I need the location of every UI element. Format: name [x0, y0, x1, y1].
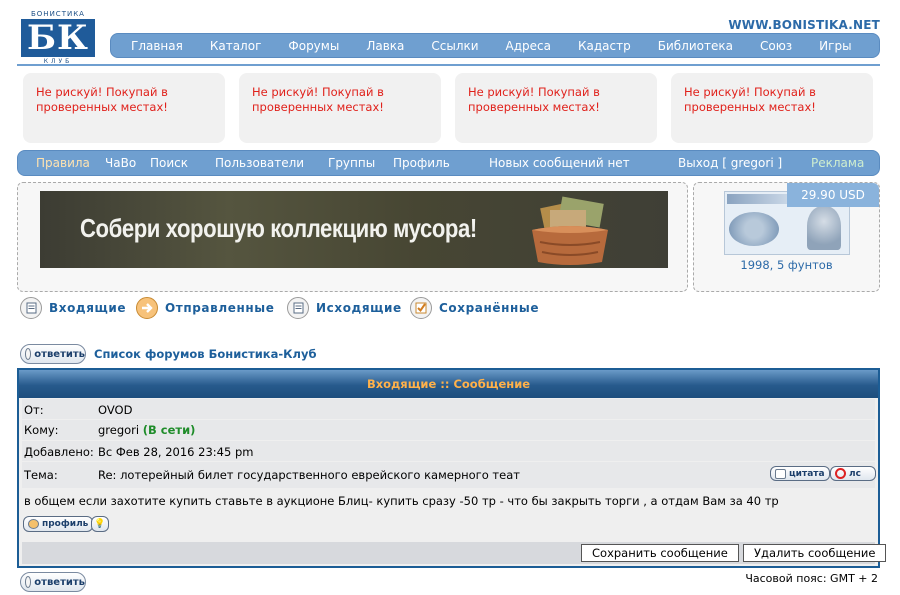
quote-label: цитата [789, 468, 825, 479]
nav-item-addresses[interactable]: Адреса [506, 39, 551, 53]
site-logo[interactable]: БОНИСТИКА БК КЛУБ [19, 10, 97, 66]
nav-item-catalog[interactable]: Каталог [210, 39, 262, 53]
nav-groups[interactable]: Группы [328, 156, 375, 170]
message-title: Входящие :: Сообщение [19, 370, 878, 398]
lightbulb-icon: 💡 [94, 519, 106, 529]
reply-button-bottom[interactable]: ответить [20, 572, 86, 592]
nav-users[interactable]: Пользователи [215, 156, 304, 170]
nav-item-union[interactable]: Союз [760, 39, 792, 53]
banner-ad[interactable]: Собери хорошую коллекцию мусора! [40, 191, 668, 268]
outbox-icon [287, 297, 309, 319]
nav-item-home[interactable]: Главная [131, 39, 183, 53]
private-message-button[interactable]: лс [830, 466, 876, 481]
pm-label: лс [849, 468, 861, 479]
arrow-right-icon [136, 297, 158, 319]
date-row: Добавлено: Вс Фев 28, 2016 23:45 pm [22, 441, 875, 461]
price-badge: 29.90 USD [787, 183, 879, 207]
subject-label: Тема: [24, 468, 58, 482]
main-nav: Главная Каталог Форумы Лавка Ссылки Адре… [110, 33, 880, 58]
nav-faq[interactable]: ЧаВо [105, 156, 136, 170]
nav-search[interactable]: Поиск [150, 156, 188, 170]
message-panel: Входящие :: Сообщение От: OVOD Кому: gre… [17, 368, 887, 568]
header-divider [17, 64, 880, 66]
subject-row: Тема: Re: лотерейный билет государственн… [22, 462, 876, 488]
logo-main-text: БК [21, 19, 95, 57]
ad-box-2[interactable]: Не рискуй! Покупай в проверенных местах! [239, 73, 441, 143]
site-url-link[interactable]: WWW.BONISTIKA.NET [728, 18, 880, 32]
nav-new-messages[interactable]: Новых сообщений нет [489, 156, 630, 170]
reply-icon [25, 348, 32, 360]
profile-label: профиль [42, 519, 89, 529]
nav-rules[interactable]: Правила [36, 156, 90, 170]
nav-item-games[interactable]: Игры [819, 39, 851, 53]
from-label: От: [24, 403, 44, 417]
tab-inbox-label: Входящие [49, 301, 127, 315]
tab-saved-label: Сохранённые [439, 301, 540, 315]
from-value: OVOD [98, 403, 133, 417]
online-status: (В сети) [142, 423, 196, 437]
forum-index-link[interactable]: Список форумов Бонистика-Клуб [94, 347, 317, 361]
to-value-wrap: gregori (В сети) [98, 423, 195, 437]
to-label: Кому: [24, 423, 59, 437]
user-icon [28, 519, 39, 529]
reply-button-top[interactable]: ответить [20, 344, 86, 364]
tab-inbox[interactable]: Входящие [20, 297, 126, 319]
forum-nav: Правила ЧаВо Поиск Пользователи Группы П… [17, 150, 880, 176]
quote-button[interactable]: цитата [770, 466, 830, 481]
side-ad-caption[interactable]: 1998, 5 фунтов [694, 258, 879, 272]
no-pm-icon [835, 468, 846, 479]
tab-sent-label: Отправленные [165, 301, 275, 315]
banner-container: Собери хорошую коллекцию мусора! [17, 182, 688, 292]
inbox-icon [20, 297, 42, 319]
nav-item-cadastre[interactable]: Кадастр [578, 39, 631, 53]
timezone-text: Часовой пояс: GMT + 2 [745, 572, 878, 585]
message-actions: Сохранить сообщение Удалить сообщение [22, 542, 887, 564]
speech-bubble-icon [775, 468, 786, 479]
nav-logout[interactable]: Выход [ gregori ] [678, 156, 782, 170]
nav-item-shop[interactable]: Лавка [366, 39, 404, 53]
profile-button[interactable]: профиль [23, 516, 94, 532]
date-label: Добавлено: [24, 445, 94, 459]
banner-text: Собери хорошую коллекцию мусора! [80, 213, 477, 243]
tab-sent[interactable]: Отправленные [136, 297, 274, 319]
date-value: Вс Фев 28, 2016 23:45 pm [98, 445, 254, 459]
tab-saved[interactable]: Сохранённые [410, 297, 539, 319]
subject-value: Re: лотерейный билет государственного ев… [98, 468, 520, 482]
nav-item-links[interactable]: Ссылки [431, 39, 478, 53]
nav-item-library[interactable]: Библиотека [658, 39, 733, 53]
nav-item-forums[interactable]: Форумы [288, 39, 339, 53]
to-value: gregori [98, 423, 140, 437]
ad-box-3[interactable]: Не рискуй! Покупай в проверенных местах! [455, 73, 657, 143]
ip-button[interactable]: 💡 [91, 516, 109, 532]
message-body: в общем если захотите купить ставьте в а… [24, 494, 779, 508]
logo-top-text: БОНИСТИКА [31, 10, 85, 18]
ad-box-1[interactable]: Не рискуй! Покупай в проверенных местах! [23, 73, 225, 143]
nav-profile[interactable]: Профиль [393, 156, 450, 170]
from-row: От: OVOD [22, 399, 875, 419]
nav-ads[interactable]: Реклама [811, 156, 864, 170]
tab-outbox[interactable]: Исходящие [287, 297, 402, 319]
checklist-icon [410, 297, 432, 319]
side-ad[interactable]: 29.90 USD 1998, 5 фунтов [693, 182, 880, 292]
money-pot-icon [532, 196, 608, 265]
reply-label: ответить [34, 348, 85, 360]
delete-message-button[interactable]: Удалить сообщение [743, 544, 887, 562]
to-row: Кому: gregori (В сети) [22, 420, 875, 440]
tab-outbox-label: Исходящие [316, 301, 402, 315]
reply-label: ответить [34, 576, 85, 588]
ad-box-4[interactable]: Не рискуй! Покупай в проверенных местах! [671, 73, 873, 143]
save-message-button[interactable]: Сохранить сообщение [581, 544, 739, 562]
reply-icon [25, 576, 32, 588]
